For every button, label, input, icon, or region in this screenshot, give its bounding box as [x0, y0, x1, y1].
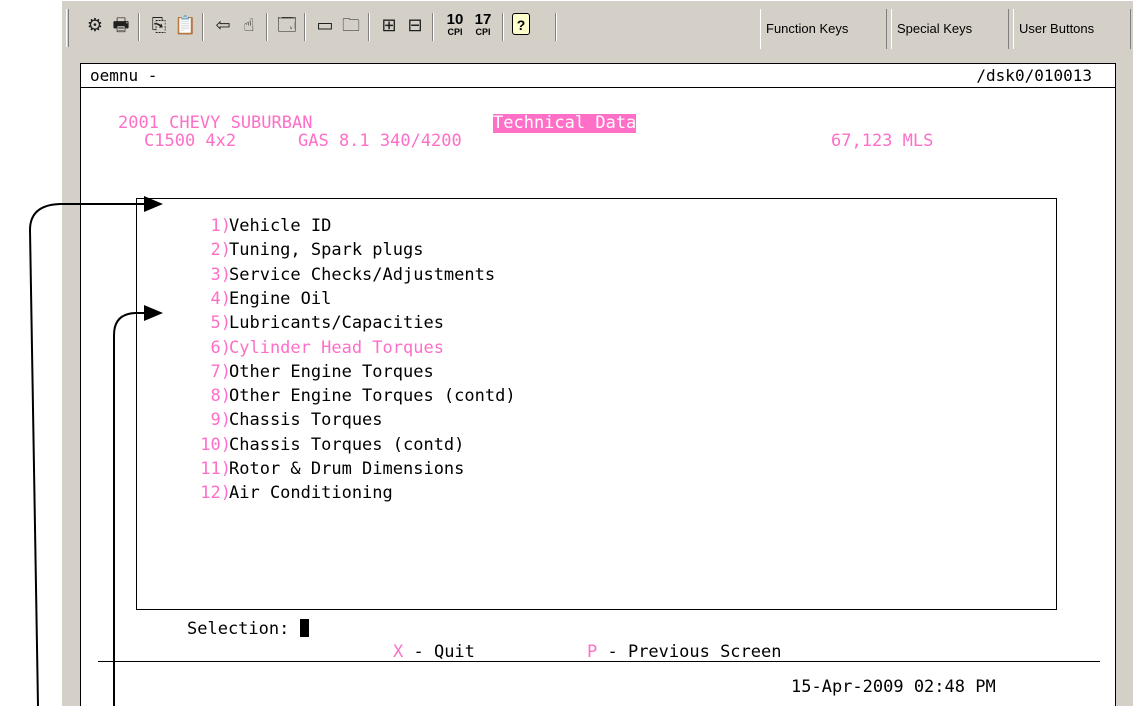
menu-item-number: 3)	[210, 264, 231, 285]
menu-item[interactable]: 11) Rotor & Drum Dimensions	[141, 460, 1041, 480]
menu-item-label: Chassis Torques (contd)	[229, 434, 465, 455]
minimize-icon[interactable]: ⊟	[404, 13, 426, 39]
terminal-title-bar: oemnu - /dsk0/010013	[80, 63, 1116, 88]
section-title: Technical Data	[493, 113, 637, 133]
menu-item-label: Chassis Torques	[229, 410, 383, 431]
previous-key: P	[587, 642, 598, 662]
toolbar-separator	[502, 13, 504, 41]
open-icon[interactable]: 🗀	[340, 13, 362, 39]
toolbar-separator	[555, 13, 557, 41]
menu-item[interactable]: 8) Other Engine Torques (contd)	[141, 387, 1041, 407]
menu-item-label: Lubricants/Capacities	[229, 313, 444, 334]
menu-item-number: 5)	[210, 313, 231, 334]
screen-path: /dsk0/010013	[976, 66, 1092, 85]
print-setup-icon[interactable]: ⚙	[84, 13, 106, 39]
selection-label: Selection:	[187, 619, 290, 639]
copy-icon[interactable]: ⎘	[148, 13, 170, 39]
menu-item[interactable]: 7) Other Engine Torques	[141, 361, 1041, 383]
menu-item-label: Tuning, Spark plugs	[229, 240, 424, 261]
cpi-10-number: 10	[446, 11, 464, 28]
previous-label: - Previous Screen	[597, 642, 782, 662]
find-icon[interactable]: ☝	[238, 13, 260, 39]
cpi-10-icon[interactable]: 10 CPI	[442, 12, 468, 42]
toolbar: ⚙ 🖶 ⎘ 📋 ⇦ ☝ 🗔 ▭ 🗀 ⊞ ⊟ 10 CPI 17 CPI ? Fu…	[62, 0, 1133, 56]
menu-item-label: Air Conditioning	[229, 483, 393, 504]
menu-item-label: Rotor & Drum Dimensions	[229, 459, 465, 479]
toolbar-separator	[368, 13, 370, 41]
menu-item-number: 4)	[210, 288, 231, 309]
cpi-17-number: 17	[474, 11, 492, 28]
menu-item-number: 8)	[210, 386, 231, 407]
quit-command[interactable]: X - Quit	[393, 643, 475, 662]
cpi-17-icon[interactable]: 17 CPI	[470, 12, 496, 42]
menu-item-number: 9)	[210, 410, 231, 431]
terminal-window: oemnu - /dsk0/010013 2001 CHEVY SUBURBAN…	[62, 56, 1133, 706]
menu-item[interactable]: 10) Chassis Torques (contd)	[141, 434, 1041, 456]
back-icon[interactable]: ⇦	[212, 13, 234, 39]
cpi-17-unit: CPI	[475, 27, 491, 37]
footer-divider	[98, 661, 1100, 662]
menu-item-number: 1)	[210, 216, 231, 236]
menu-item-number: 7)	[210, 361, 231, 382]
text-cursor	[299, 619, 309, 637]
menu-item[interactable]: 2) Tuning, Spark plugs	[141, 241, 1041, 261]
menu-item-number: 12)	[200, 483, 231, 504]
menu-item[interactable]: 5) Lubricants/Capacities	[141, 314, 1041, 334]
menu-item-number: 11)	[200, 459, 231, 479]
engine-spec: GAS 8.1 340/4200	[298, 131, 462, 151]
terminal-screen[interactable]: 2001 CHEVY SUBURBAN Technical Data C1500…	[80, 88, 1116, 706]
menu-item[interactable]: 12) Air Conditioning	[141, 484, 1041, 504]
toolbar-separator	[202, 13, 204, 41]
menu-item[interactable]: 9) Chassis Torques	[141, 411, 1041, 431]
menu-item-number: 6)	[210, 337, 231, 358]
selection-prompt[interactable]: Selection:	[187, 619, 309, 639]
program-name: oemnu -	[90, 66, 158, 85]
print-icon[interactable]: 🖶	[110, 13, 132, 39]
menu-item-label: Vehicle ID	[229, 216, 332, 236]
special-keys-button[interactable]: Special Keys	[891, 9, 1009, 49]
menu-item[interactable]: 4) Engine Oil	[141, 288, 1041, 310]
help-icon[interactable]: ?	[512, 13, 530, 35]
user-buttons-button[interactable]: User Buttons	[1013, 9, 1131, 49]
toolbar-separator	[432, 13, 434, 41]
menu-item-label: Cylinder Head Torques	[229, 337, 444, 358]
menu-item-label: Engine Oil	[229, 288, 332, 309]
new-window-icon[interactable]: ▭	[314, 13, 336, 39]
vehicle-model: C1500 4x2	[144, 131, 237, 151]
status-datetime: 15-Apr-2009 02:48 PM	[791, 677, 996, 697]
quit-label: - Quit	[403, 642, 475, 662]
maximize-icon[interactable]: ⊞	[378, 13, 400, 39]
function-keys-button[interactable]: Function Keys	[760, 9, 887, 49]
toolbar-grip[interactable]	[66, 9, 69, 47]
menu-item[interactable]: 3) Service Checks/Adjustments	[141, 264, 1041, 286]
menu-item[interactable]: 1) Vehicle ID	[141, 217, 1041, 237]
previous-screen-command[interactable]: P - Previous Screen	[587, 643, 781, 662]
toolbar-separator	[138, 13, 140, 41]
properties-icon[interactable]: 🗔	[276, 13, 298, 39]
menu-item-number: 10)	[200, 434, 231, 455]
toolbar-separator	[266, 13, 268, 41]
quit-key: X	[393, 642, 404, 662]
menu-item-number: 2)	[210, 240, 231, 261]
cpi-10-unit: CPI	[447, 27, 463, 37]
menu-item-label: Other Engine Torques	[229, 361, 434, 382]
paste-icon[interactable]: 📋	[174, 13, 196, 39]
menu-item-label: Service Checks/Adjustments	[229, 264, 496, 285]
menu-item-label: Other Engine Torques (contd)	[229, 386, 516, 407]
menu-item[interactable]: 6) Cylinder Head Torques	[141, 337, 1041, 359]
mileage: 67,123 MLS	[831, 131, 934, 151]
toolbar-separator	[304, 13, 306, 41]
